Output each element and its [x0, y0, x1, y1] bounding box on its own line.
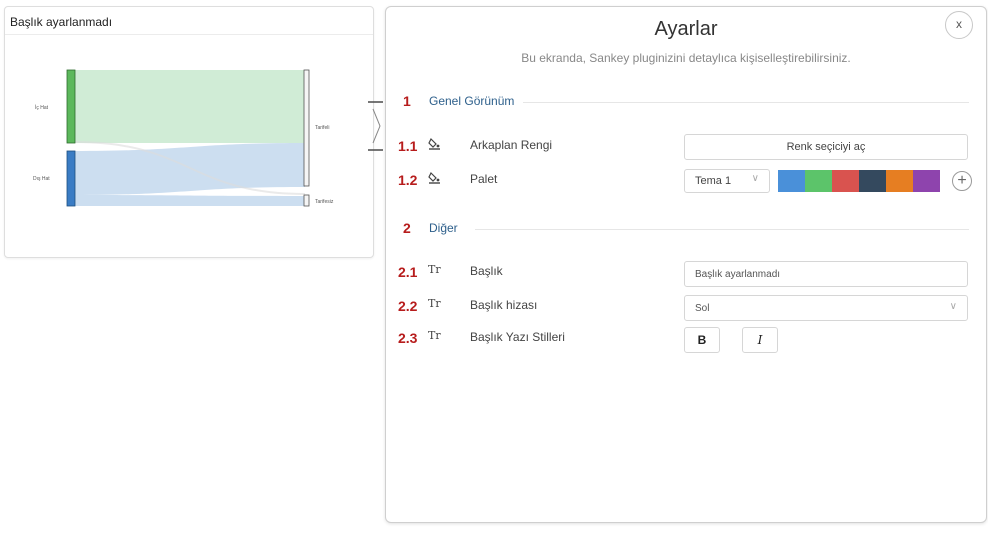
palette-swatch[interactable]: [859, 170, 886, 192]
sankey-node-label: Dış Hat: [33, 176, 50, 182]
section-other: 2 Diğer: [403, 220, 969, 238]
settings-panel: Ayarlar Bu ekranda, Sankey pluginizini d…: [385, 6, 987, 523]
section-number: 2: [403, 220, 411, 236]
panel-title: Ayarlar: [654, 18, 718, 40]
add-color-button[interactable]: +: [952, 171, 972, 191]
setting-label: Başlık hizası: [470, 298, 538, 312]
section-number: 1: [403, 93, 411, 109]
palette-swatch[interactable]: [805, 170, 832, 192]
palette-theme-value: Tema 1: [695, 175, 732, 187]
sankey-node-label: Tarifeli: [315, 125, 329, 131]
setting-number: 2.1: [398, 264, 418, 280]
chevron-down-icon: ∨: [949, 301, 957, 312]
sankey-link-dishat-tarifesiz: [75, 195, 305, 206]
text-icon: Tr: [428, 297, 441, 310]
open-color-picker-button[interactable]: Renk seçiciyi aç: [684, 134, 968, 160]
setting-label: Palet: [470, 172, 498, 186]
chevron-down-icon: ∨: [751, 173, 759, 184]
sankey-node-ichat: [66, 69, 76, 144]
sankey-node-label: İç Hat: [35, 104, 49, 111]
paint-bucket-icon: [428, 171, 442, 185]
palette-swatch[interactable]: [832, 170, 859, 192]
setting-label: Başlık: [470, 264, 503, 278]
palette-swatch[interactable]: [913, 170, 940, 192]
text-icon: Tr: [428, 329, 441, 342]
paint-bucket-icon: [428, 137, 442, 151]
setting-number: 2.2: [398, 298, 418, 314]
sankey-node-dishat: [66, 150, 76, 207]
italic-button[interactable]: I: [742, 327, 778, 353]
section-general-appearance: 1 Genel Görünüm: [403, 93, 969, 111]
sankey-node-label: Tarifesiz: [315, 199, 334, 205]
setting-number: 1.2: [398, 172, 418, 188]
sankey-node-tarifeli: [303, 69, 310, 187]
bold-button[interactable]: B: [684, 327, 720, 353]
sankey-chart: İç Hat Dış Hat Tarifeli Tarifesiz: [33, 69, 334, 207]
palette-swatches: [778, 170, 940, 192]
setting-number: 2.3: [398, 330, 418, 346]
setting-title: 2.1 Tr Başlık Başlık ayarlanmadı: [398, 261, 978, 287]
section-divider: [523, 102, 969, 103]
sankey-link-ichat-tarifeli: [75, 70, 305, 143]
setting-label: Arkaplan Rengi: [470, 138, 553, 152]
section-title: Genel Görünüm: [429, 94, 515, 108]
setting-number: 1.1: [398, 138, 418, 154]
setting-label: Başlık Yazı Stilleri: [470, 330, 565, 344]
sankey-chart-card: Başlık ayarlanmadı İç Hat Dış Hat Tarife…: [4, 6, 374, 258]
close-button[interactable]: x: [945, 11, 973, 39]
palette-swatch[interactable]: [778, 170, 805, 192]
section-title: Diğer: [429, 221, 458, 235]
title-alignment-value: Sol: [695, 303, 710, 314]
section-divider: [475, 229, 969, 230]
text-icon: Tr: [428, 263, 441, 276]
setting-palette: 1.2 Palet Tema 1 ∨ +: [398, 169, 978, 193]
palette-swatch[interactable]: [886, 170, 913, 192]
title-alignment-select[interactable]: Sol ∨: [684, 295, 968, 321]
title-input[interactable]: Başlık ayarlanmadı: [684, 261, 968, 287]
setting-title-font-styles: 2.3 Tr Başlık Yazı Stilleri B I: [398, 327, 978, 353]
setting-title-alignment: 2.2 Tr Başlık hizası Sol ∨: [398, 295, 978, 321]
title-input-value: Başlık ayarlanmadı: [695, 269, 781, 280]
sankey-node-tarifesiz: [303, 194, 310, 207]
setting-background-color: 1.1 Arkaplan Rengi Renk seçiciyi aç: [398, 134, 978, 160]
palette-theme-select[interactable]: Tema 1 ∨: [684, 169, 770, 193]
panel-subtitle: Bu ekranda, Sankey pluginizini detaylıca…: [521, 51, 851, 65]
panel-connector: [368, 101, 383, 151]
